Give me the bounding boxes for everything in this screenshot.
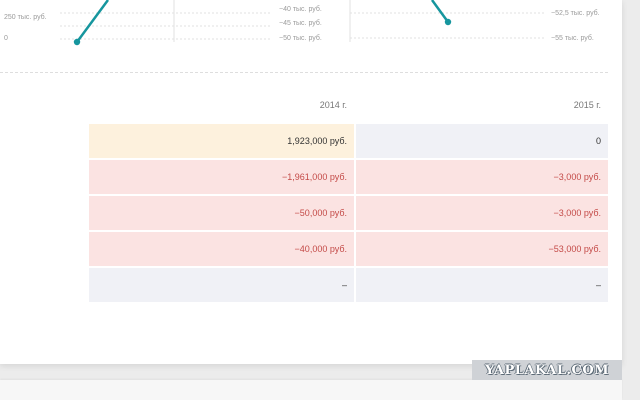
table-cell-2014: −1,961,000 руб.	[89, 160, 354, 194]
table-cell-2015: 0	[356, 124, 608, 158]
next-card-edge	[0, 380, 622, 400]
table-cell-2015: −3,000 руб.	[356, 196, 608, 230]
table-cell-2014: −40,000 руб.	[89, 232, 354, 266]
table-cell-2015: –	[356, 268, 608, 302]
table-cell-2014: –	[89, 268, 354, 302]
table-cell-2014: 1,923,000 руб.	[89, 124, 354, 158]
comparison-table: 2014 г. 2015 г. 1,923,000 руб. 0 −1,961,…	[0, 0, 640, 400]
column-header-2014: 2014 г.	[319, 100, 347, 110]
column-header-2015: 2015 г.	[573, 100, 601, 110]
table-cell-2014: −50,000 руб.	[89, 196, 354, 230]
watermark-logo: YAPLAKAL.COM	[472, 360, 622, 380]
table-cell-2015: −3,000 руб.	[356, 160, 608, 194]
table-cell-2015: −53,000 руб.	[356, 232, 608, 266]
